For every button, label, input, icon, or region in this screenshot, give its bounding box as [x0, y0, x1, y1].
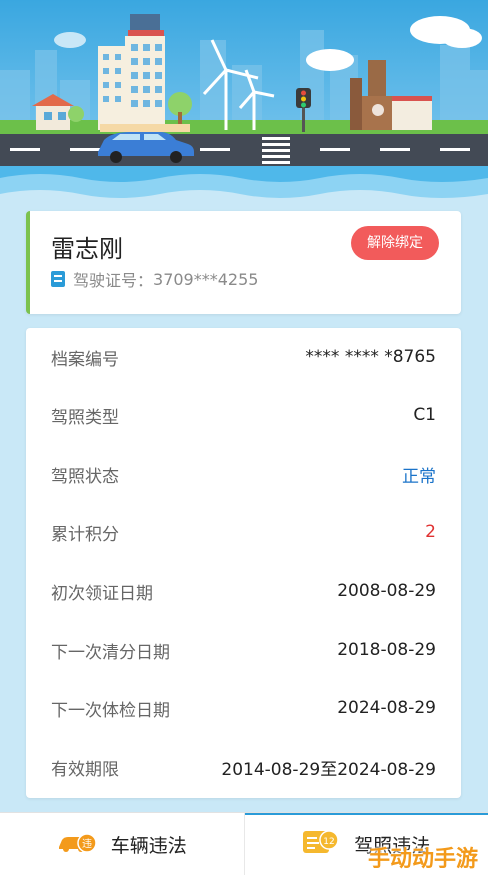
detail-value: 2018-08-29	[337, 640, 436, 660]
license-details-card: 档案编号 **** **** *8765 驾照类型 C1 驾照状态 正常 累计积…	[26, 328, 461, 798]
driver-name: 雷志刚	[51, 229, 123, 264]
license-violation-icon: 12	[302, 829, 340, 860]
car-violation-icon: 违	[57, 831, 97, 858]
document-icon	[51, 271, 65, 287]
detail-row-accumulated-points: 累计积分 2	[51, 517, 436, 547]
license-number-label: 驾驶证号：	[73, 267, 153, 291]
svg-text:违: 违	[82, 838, 92, 850]
detail-label: 累计积分	[51, 520, 119, 545]
driver-profile-card: 雷志刚 驾驶证号： 3709***4255 解除绑定	[26, 211, 461, 314]
city-banner-illustration	[0, 0, 488, 210]
tab-vehicle-violations[interactable]: 违 车辆违法	[0, 813, 244, 875]
points-value: 2	[425, 522, 436, 542]
detail-row-license-type: 驾照类型 C1	[51, 400, 436, 430]
detail-label: 档案编号	[51, 345, 119, 370]
detail-label: 驾照状态	[51, 462, 119, 487]
detail-label: 下一次体检日期	[51, 696, 170, 721]
watermark-logo: 手动动手游	[368, 841, 478, 873]
unbind-button[interactable]: 解除绑定	[351, 226, 439, 260]
detail-row-next-clear-date: 下一次清分日期 2018-08-29	[51, 635, 436, 665]
detail-label: 有效期限	[51, 755, 119, 780]
detail-value: 2014-08-29至2024-08-29	[221, 755, 436, 780]
detail-label: 初次领证日期	[51, 579, 153, 604]
license-number-row: 驾驶证号： 3709***4255	[51, 267, 258, 291]
tab-label: 车辆违法	[111, 831, 187, 858]
detail-label: 驾照类型	[51, 403, 119, 428]
status-value: 正常	[402, 462, 436, 487]
detail-value: C1	[413, 405, 436, 425]
detail-value: **** **** *8765	[305, 347, 436, 367]
detail-value: 2008-08-29	[337, 581, 436, 601]
svg-text:12: 12	[324, 837, 335, 847]
bottom-tab-bar: 违 车辆违法 12 驾照违法 手动动手游	[0, 812, 488, 875]
detail-row-next-exam-date: 下一次体检日期 2024-08-29	[51, 693, 436, 723]
active-tab-indicator	[245, 813, 488, 815]
detail-value: 2024-08-29	[337, 698, 436, 718]
detail-row-first-issue-date: 初次领证日期 2008-08-29	[51, 576, 436, 606]
detail-row-license-status: 驾照状态 正常	[51, 459, 436, 489]
license-number-value: 3709***4255	[153, 270, 258, 289]
detail-row-file-number: 档案编号 **** **** *8765	[51, 342, 436, 372]
detail-row-validity-period: 有效期限 2014-08-29至2024-08-29	[51, 752, 436, 782]
detail-label: 下一次清分日期	[51, 638, 170, 663]
